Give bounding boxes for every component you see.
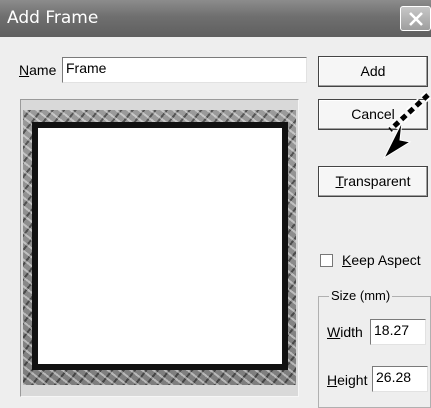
- frame-preview: [20, 99, 299, 397]
- window-title: Add Frame: [7, 8, 99, 28]
- close-button[interactable]: [400, 6, 431, 31]
- width-label: Width: [327, 324, 363, 340]
- name-input[interactable]: Frame: [62, 57, 307, 83]
- height-input[interactable]: 26.28: [372, 366, 428, 392]
- width-input[interactable]: 18.27: [370, 319, 426, 345]
- add-button[interactable]: Add: [318, 56, 428, 87]
- title-bar: Add Frame: [0, 0, 431, 37]
- height-label: Height: [327, 372, 368, 388]
- frame-border-image: [23, 110, 296, 385]
- close-icon: [409, 12, 423, 26]
- keep-aspect-checkbox[interactable]: [320, 254, 333, 267]
- transparent-button[interactable]: Transparent: [318, 166, 428, 197]
- add-frame-dialog: Add Frame Name Frame Add Cancel Transpar…: [0, 0, 431, 408]
- keep-aspect-label: Keep Aspect: [342, 252, 421, 268]
- name-label: Name: [19, 62, 57, 78]
- size-group-title: Size (mm): [329, 288, 393, 303]
- frame-canvas: [38, 128, 282, 364]
- arrow-pointer-icon: [382, 92, 431, 160]
- frame-inner-border: [32, 122, 288, 370]
